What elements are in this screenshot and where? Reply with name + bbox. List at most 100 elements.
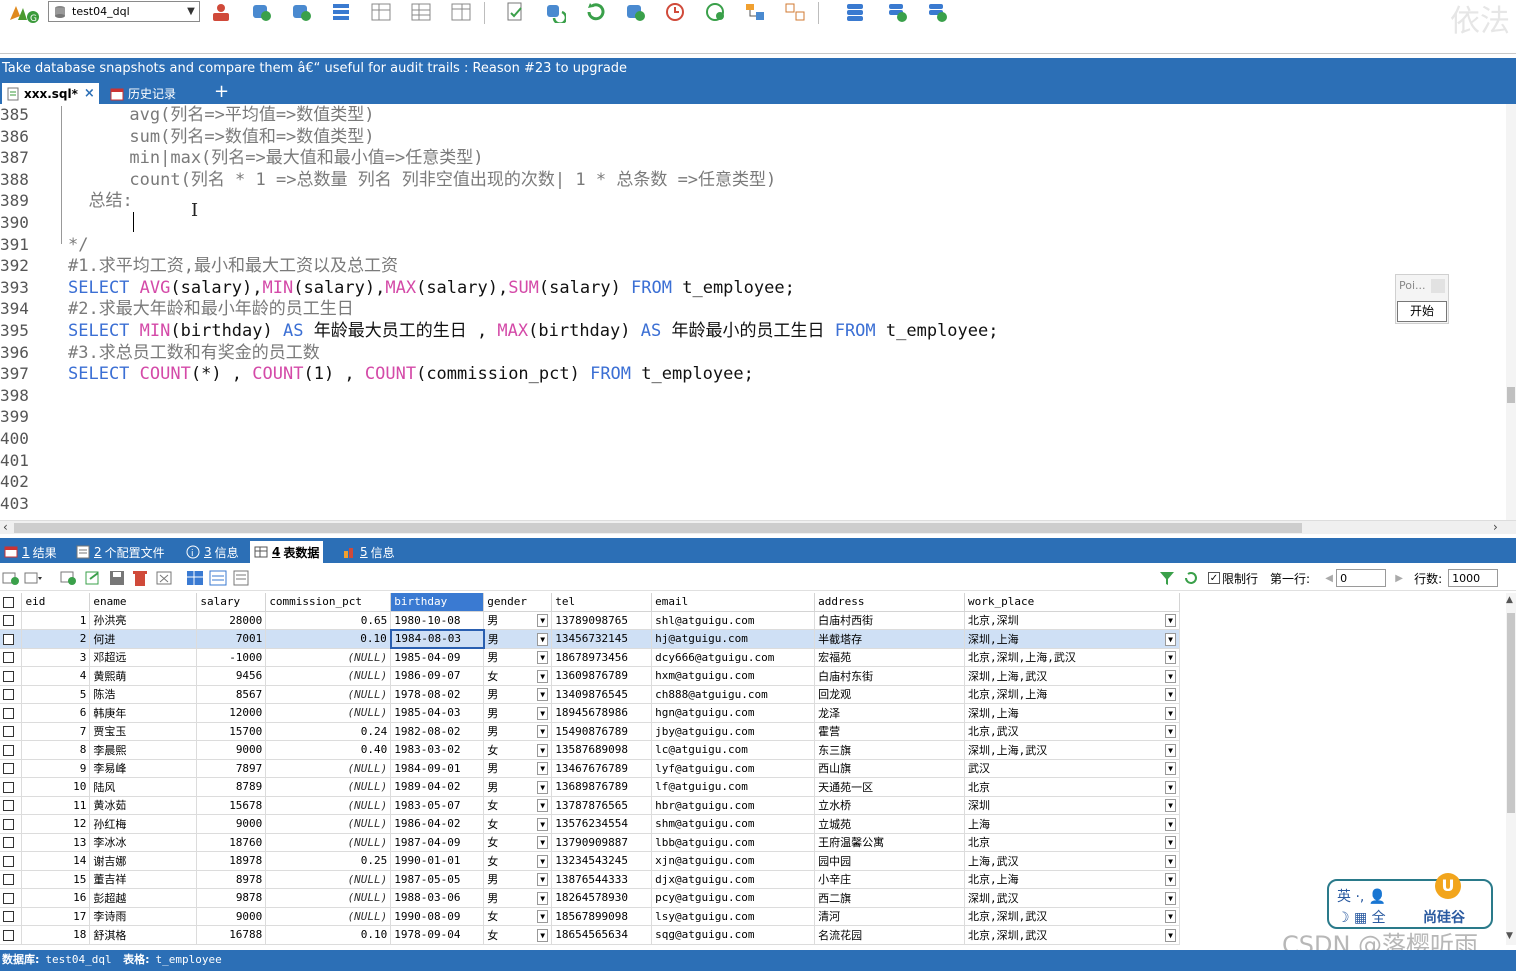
chevron-down-icon[interactable]: ▼ xyxy=(1165,836,1176,850)
cell-ename[interactable]: 孙洪亮 xyxy=(89,611,198,630)
cell-tel[interactable]: 13689876789 xyxy=(551,777,653,797)
row-checkbox[interactable] xyxy=(3,652,14,664)
cell-gender[interactable]: ▼ 男 xyxy=(483,629,553,649)
scroll-down-icon[interactable]: ▼ xyxy=(1506,931,1513,941)
table-row[interactable]: 7 贾宝玉 15700 0.24 1982-08-02 ▼ 男 15490876789 jby@… xyxy=(0,722,1180,741)
editor-vertical-scrollbar[interactable] xyxy=(1506,104,1516,520)
table-row[interactable]: 5 陈浩 8567 (NULL) 1978-08-02 ▼ 男 13409876545 ch88… xyxy=(0,685,1180,704)
chevron-down-icon[interactable]: ▼ xyxy=(183,6,199,17)
cell-tel[interactable]: 13409876545 xyxy=(551,685,653,704)
cell-email[interactable]: lf@atguigu.com xyxy=(651,777,816,797)
sync-button[interactable] xyxy=(542,0,568,24)
row-checkbox[interactable] xyxy=(3,837,14,849)
cell-salary[interactable]: 9878 xyxy=(196,888,267,908)
cell-tel[interactable]: 13609876789 xyxy=(551,666,653,686)
cell-work-place[interactable]: ▼ 北京,深圳 xyxy=(964,611,1180,630)
cell-eid[interactable]: 18 xyxy=(21,925,91,945)
cell-gender[interactable]: ▼ 女 xyxy=(483,814,553,834)
notifications-button[interactable] xyxy=(702,0,728,24)
cell-commission-pct[interactable]: (NULL) xyxy=(265,777,392,797)
cell-ename[interactable]: 李易峰 xyxy=(89,759,198,778)
cell-work-place[interactable]: ▼ 武汉 xyxy=(964,759,1180,778)
row-checkbox[interactable] xyxy=(3,929,14,941)
cell-commission-pct[interactable]: (NULL) xyxy=(265,814,392,834)
delete-icon[interactable] xyxy=(131,569,149,587)
database-sync-button[interactable] xyxy=(924,0,950,24)
cell-commission-pct[interactable]: (NULL) xyxy=(265,796,392,815)
scroll-right-icon[interactable]: › xyxy=(1493,520,1498,534)
cell-gender[interactable]: ▼ 男 xyxy=(483,685,553,704)
cell-tel[interactable]: 18264578930 xyxy=(551,888,653,908)
cell-eid[interactable]: 8 xyxy=(21,740,91,760)
cell-salary[interactable]: 8978 xyxy=(196,870,267,889)
row-checkbox-cell[interactable] xyxy=(0,796,23,815)
row-checkbox-cell[interactable] xyxy=(0,851,23,871)
cell-salary[interactable]: 9000 xyxy=(196,814,267,834)
cell-work-place[interactable]: ▼ 深圳 xyxy=(964,796,1180,815)
table-row[interactable]: 11 黄冰茹 15678 (NULL) 1983-05-07 ▼ 女 13787876565 h… xyxy=(0,796,1180,815)
start-button[interactable]: 开始 xyxy=(1397,301,1447,322)
cell-gender[interactable]: ▼ 女 xyxy=(483,796,553,815)
cell-tel[interactable]: 13467676789 xyxy=(551,759,653,778)
chevron-down-icon[interactable]: ▼ xyxy=(1165,854,1176,868)
cell-salary[interactable]: 7897 xyxy=(196,759,267,778)
cell-birthday[interactable]: 1978-09-04 xyxy=(390,925,485,945)
column-header-email[interactable]: email xyxy=(651,593,816,612)
column-header-salary[interactable]: salary xyxy=(196,593,267,612)
cell-commission-pct[interactable]: (NULL) xyxy=(265,648,392,667)
cell-salary[interactable]: -1000 xyxy=(196,648,267,667)
cell-email[interactable]: hbr@atguigu.com xyxy=(651,796,816,815)
cell-address[interactable]: 东三旗 xyxy=(814,740,966,760)
scheduler-button[interactable] xyxy=(662,0,688,24)
cell-work-place[interactable]: ▼ 北京 xyxy=(964,777,1180,797)
scrollbar-thumb[interactable] xyxy=(1507,613,1515,813)
refresh-button[interactable] xyxy=(582,0,608,24)
cell-commission-pct[interactable]: (NULL) xyxy=(265,833,392,852)
cell-email[interactable]: djx@atguigu.com xyxy=(651,870,816,889)
cell-commission-pct[interactable]: 0.65 xyxy=(265,611,392,630)
cell-birthday[interactable]: 1978-08-02 xyxy=(390,685,485,704)
column-header-work-place[interactable]: work_place xyxy=(964,593,1180,612)
table-row[interactable]: 8 李晨熙 9000 0.40 1983-03-02 ▼ 女 13587689098 lc@at… xyxy=(0,740,1180,760)
column-header-address[interactable]: address xyxy=(814,593,966,612)
cell-salary[interactable]: 8789 xyxy=(196,777,267,797)
chevron-down-icon[interactable]: ▼ xyxy=(537,651,549,665)
row-checkbox[interactable] xyxy=(3,689,14,701)
cell-salary[interactable]: 8567 xyxy=(196,685,267,704)
cell-salary[interactable]: 15700 xyxy=(196,722,267,741)
cell-commission-pct[interactable]: 0.10 xyxy=(265,629,392,649)
chevron-down-icon[interactable]: ▼ xyxy=(1165,651,1176,665)
database-selector[interactable]: test04_dql ▼ xyxy=(48,1,200,22)
table-row[interactable]: 4 黄熙萌 9456 (NULL) 1986-09-07 ▼ 女 13609876789 hxm… xyxy=(0,666,1180,686)
cell-address[interactable]: 白庙村东街 xyxy=(814,666,966,686)
header-checkbox-cell[interactable] xyxy=(0,593,23,612)
cell-ename[interactable]: 李冰冰 xyxy=(89,833,198,852)
chevron-down-icon[interactable]: ▼ xyxy=(537,873,549,887)
cell-address[interactable]: 西二旗 xyxy=(814,888,966,908)
cell-address[interactable]: 西山旗 xyxy=(814,759,966,778)
query-builder-button[interactable] xyxy=(502,0,528,24)
cell-birthday[interactable]: 1980-10-08 xyxy=(390,611,485,630)
cell-eid[interactable]: 10 xyxy=(21,777,91,797)
row-checkbox[interactable] xyxy=(3,818,14,830)
cell-ename[interactable]: 孙红梅 xyxy=(89,814,198,834)
tab-history[interactable]: 历史记录 xyxy=(106,83,180,104)
cell-eid[interactable]: 6 xyxy=(21,703,91,723)
chevron-down-icon[interactable]: ▼ xyxy=(537,706,549,720)
chevron-down-icon[interactable]: ▼ xyxy=(1165,780,1176,794)
rows-count-input[interactable] xyxy=(1448,569,1499,587)
table-row[interactable]: 9 李易峰 7897 (NULL) 1984-09-01 ▼ 男 13467676789 lyf… xyxy=(0,759,1180,778)
chevron-down-icon[interactable]: ▼ xyxy=(537,799,549,813)
cell-ename[interactable]: 贾宝玉 xyxy=(89,722,198,741)
table-row[interactable]: 16 彭超越 9878 (NULL) 1988-03-06 ▼ 男 18264578930 pc… xyxy=(0,888,1180,908)
scroll-left-icon[interactable]: ‹ xyxy=(3,520,8,534)
cell-ename[interactable]: 谢吉娜 xyxy=(89,851,198,871)
table-row[interactable]: 18 舒淇格 16788 0.10 1978-09-04 ▼ 女 18654565634 sqg… xyxy=(0,925,1180,945)
row-checkbox-cell[interactable] xyxy=(0,611,23,630)
cell-eid[interactable]: 14 xyxy=(21,851,91,871)
cell-gender[interactable]: ▼ 女 xyxy=(483,925,553,945)
chevron-down-icon[interactable]: ▼ xyxy=(537,614,549,628)
cell-gender[interactable]: ▼ 女 xyxy=(483,851,553,871)
cell-address[interactable]: 半截塔存 xyxy=(814,629,966,649)
chevron-down-icon[interactable]: ▼ xyxy=(537,669,549,683)
